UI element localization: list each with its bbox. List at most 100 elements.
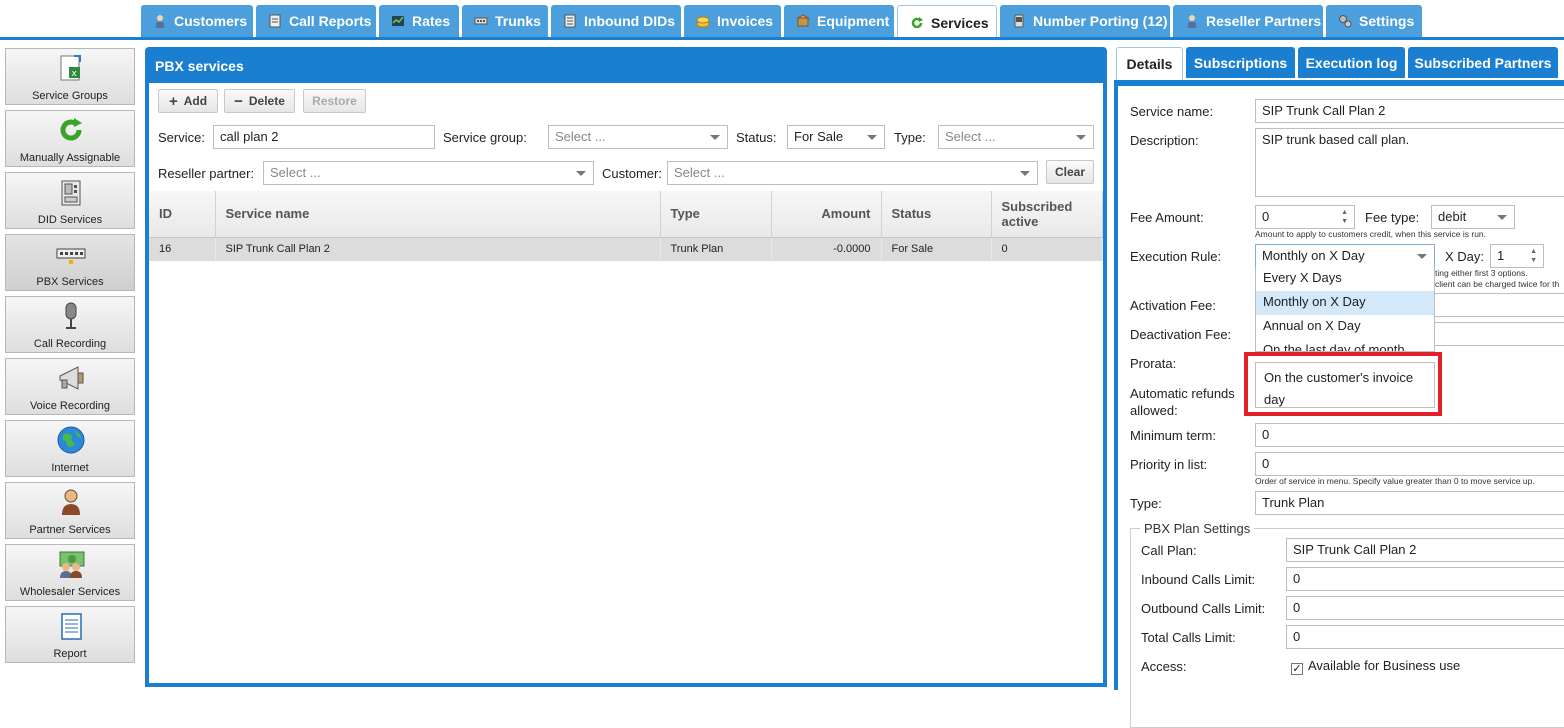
document-icon [564, 14, 576, 28]
column-header-amount[interactable]: Amount [771, 191, 882, 238]
execution-rule-select[interactable]: Monthly on X Day [1255, 244, 1435, 268]
sidebar-item-label: Service Groups [32, 90, 108, 102]
tab-label: Customers [174, 13, 248, 29]
column-header-status[interactable]: Status [881, 191, 992, 238]
tab-label: Reseller Partners [1206, 13, 1322, 29]
minimum-term-input[interactable]: 0 [1255, 423, 1564, 447]
tab-number-porting[interactable]: Number Porting (12) [1000, 5, 1170, 37]
person-icon [156, 15, 164, 28]
x-day-hint-2: client can be charged twice for th [1435, 279, 1560, 289]
column-header-subscribed-active[interactable]: Subscribed active [991, 191, 1103, 238]
gears-icon [1339, 15, 1352, 28]
sidebar-item-manually-assignable[interactable]: Manually Assignable [5, 110, 135, 167]
x-day-hint-1: ting either first 3 options. [1435, 268, 1528, 278]
box-icon [796, 14, 810, 27]
total-limit-label: Total Calls Limit: [1141, 630, 1236, 645]
tab-invoices[interactable]: Invoices [684, 5, 781, 37]
sidebar-item-wholesaler-services[interactable]: Wholesaler Services [5, 544, 135, 601]
tab-subscriptions[interactable]: Subscriptions [1186, 47, 1295, 78]
tab-label: Number Porting (12) [1033, 13, 1168, 29]
tab-call-reports[interactable]: Call Reports [256, 5, 376, 37]
sidebar-item-service-groups[interactable]: x Service Groups [5, 48, 135, 105]
tab-label: Invoices [717, 13, 774, 29]
auto-refunds-label: Automatic refunds allowed: [1130, 386, 1235, 418]
call-plan-input[interactable]: SIP Trunk Call Plan 2 [1286, 538, 1564, 562]
tab-customers[interactable]: Customers [141, 5, 253, 37]
pbx-services-panel: PBX services + Add − Delete Restore Serv… [145, 47, 1107, 687]
sidebar-item-label: Call Recording [33, 338, 107, 350]
annotation-highlight-box [1244, 352, 1442, 416]
sidebar-item-internet[interactable]: Internet [5, 420, 135, 477]
sidebar-item-voice-recording[interactable]: Voice Recording [5, 358, 135, 415]
sidebar-item-label: Partner Services [29, 524, 111, 536]
dropdown-option[interactable]: Annual on X Day [1256, 315, 1434, 339]
x-day-input[interactable]: 1 [1490, 244, 1544, 268]
service-name-input[interactable]: SIP Trunk Call Plan 2 [1255, 99, 1564, 123]
sidebar-item-pbx-services[interactable]: PBX Services [5, 234, 135, 291]
service-group-select[interactable]: Select ... [548, 125, 728, 149]
type-filter-select[interactable]: Select ... [938, 125, 1094, 149]
sidebar-item-label: PBX Services [36, 276, 104, 288]
minus-icon: − [234, 92, 243, 110]
outbound-limit-input[interactable]: 0 [1286, 596, 1564, 620]
table-row[interactable]: 16 SIP Trunk Call Plan 2 Trunk Plan -0.0… [149, 237, 1103, 261]
tab-label: Services [931, 15, 989, 31]
dropdown-option[interactable]: Every X Days [1256, 267, 1434, 291]
add-button[interactable]: + Add [158, 89, 218, 113]
total-limit-input[interactable]: 0 [1286, 625, 1564, 649]
tab-execution-log[interactable]: Execution log [1298, 47, 1405, 78]
column-header-id[interactable]: ID [149, 191, 216, 238]
sidebar-item-report[interactable]: Report [5, 606, 135, 663]
column-header-type[interactable]: Type [660, 191, 772, 238]
tab-details[interactable]: Details [1116, 47, 1183, 80]
dropdown-option-selected[interactable]: Monthly on X Day [1256, 291, 1434, 315]
customer-filter-select[interactable]: Select ... [667, 161, 1038, 185]
fee-amount-input[interactable]: 0 [1255, 205, 1355, 229]
fee-type-label: Fee type: [1365, 210, 1420, 225]
tab-trunks[interactable]: Trunks [462, 5, 548, 37]
priority-input[interactable]: 0 [1255, 452, 1564, 476]
tab-subscribed-partners[interactable]: Subscribed Partners [1408, 47, 1558, 78]
access-label: Access: [1141, 659, 1187, 674]
reseller-partner-select[interactable]: Select ... [263, 161, 594, 185]
trunk-icon [474, 17, 488, 25]
tab-rates[interactable]: Rates [379, 5, 459, 37]
sidebar-item-label: Internet [51, 462, 89, 474]
clear-button-label: Clear [1054, 165, 1086, 179]
tab-inbound-dids[interactable]: Inbound DIDs [551, 5, 681, 37]
tab-label: Equipment [817, 13, 890, 29]
restore-button[interactable]: Restore [303, 89, 366, 113]
clear-button[interactable]: Clear [1046, 160, 1094, 184]
details-panel: Service name: SIP Trunk Call Plan 2 Desc… [1114, 80, 1564, 728]
cell-amount: -0.0000 [771, 237, 882, 261]
cell-id: 16 [149, 237, 216, 261]
sidebar-item-did-services[interactable]: DID Services [5, 172, 135, 229]
fee-type-select[interactable]: debit [1431, 205, 1515, 229]
tab-label: Rates [412, 13, 451, 29]
execution-rule-label: Execution Rule: [1130, 249, 1222, 264]
tab-services[interactable]: Services [897, 5, 997, 40]
table-header-row: ID Service name Type Amount Status Subsc… [149, 191, 1103, 238]
service-filter-input[interactable]: call plan 2 [213, 125, 435, 149]
delete-button[interactable]: − Delete [224, 89, 295, 113]
fee-amount-label: Fee Amount: [1130, 210, 1204, 225]
inbound-limit-input[interactable]: 0 [1286, 567, 1564, 591]
tab-settings[interactable]: Settings [1326, 5, 1422, 37]
details-body: Service name: SIP Trunk Call Plan 2 Desc… [1118, 86, 1564, 728]
tab-reseller-partners[interactable]: Reseller Partners [1173, 5, 1323, 37]
sidebar-item-partner-services[interactable]: Partner Services [5, 482, 135, 539]
column-header-service-name[interactable]: Service name [215, 191, 661, 238]
person-icon [62, 489, 80, 515]
type-input[interactable]: Trunk Plan [1255, 491, 1564, 515]
description-textarea[interactable]: SIP trunk based call plan. [1255, 128, 1564, 197]
sidebar-item-call-recording[interactable]: Call Recording [5, 296, 135, 353]
status-select[interactable]: For Sale [787, 125, 885, 149]
globe-icon [57, 426, 85, 454]
prorata-label: Prorata: [1130, 356, 1177, 371]
access-checkbox[interactable]: ✓ Available for Business use [1291, 658, 1460, 675]
tab-equipment[interactable]: Equipment [784, 5, 894, 37]
service-group-label: Service group: [443, 130, 527, 145]
sidebar-item-label: Wholesaler Services [19, 586, 121, 598]
dropdown-option[interactable]: On the last day of month [1256, 339, 1434, 351]
delete-button-label: Delete [248, 94, 285, 108]
